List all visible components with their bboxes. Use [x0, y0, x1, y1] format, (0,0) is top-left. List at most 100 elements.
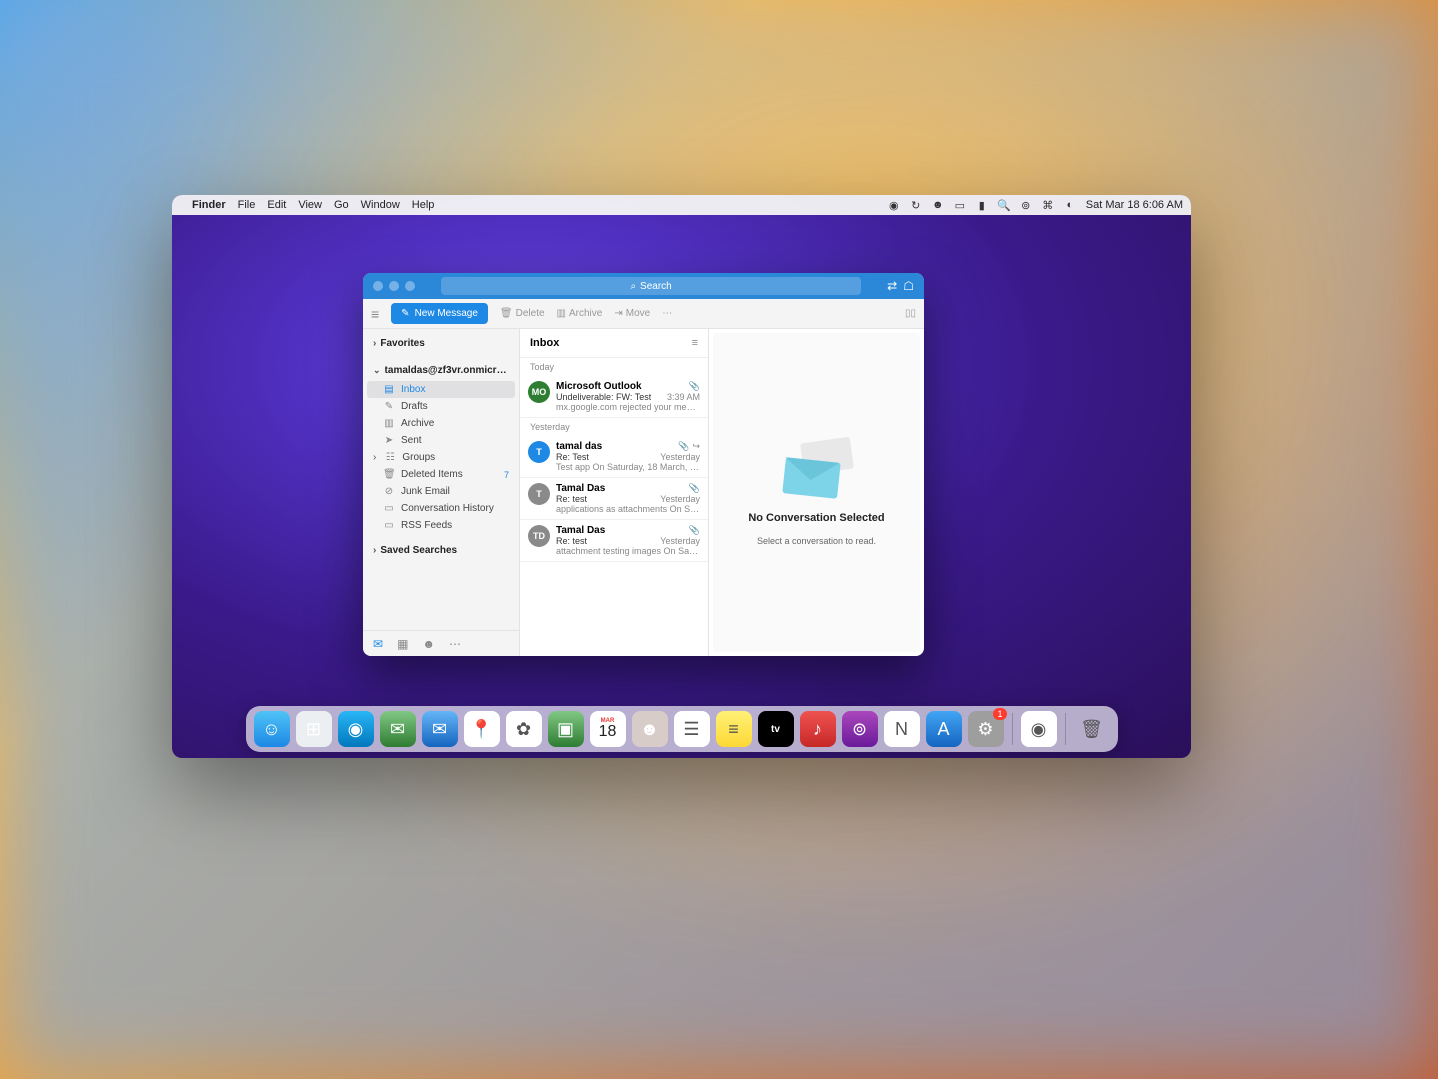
dock-photos[interactable]: ✿ [506, 711, 542, 747]
message-time: Yesterday [660, 494, 700, 504]
delete-button[interactable]: 🗑Delete [500, 308, 545, 319]
message-item[interactable]: TDTamal Das📎Re: testYesterdayattachment … [520, 520, 708, 562]
sidebar-folder-rss[interactable]: ▭ RSS Feeds [363, 517, 519, 534]
sidebar-folder-inbox[interactable]: ▤Inbox [367, 381, 515, 398]
message-subject: Undeliverable: FW: Test [556, 392, 651, 402]
minimize-button[interactable] [389, 281, 399, 291]
more-tab[interactable]: ⋯ [449, 637, 461, 651]
dock-messages[interactable]: ✉ [380, 711, 416, 747]
zoom-button[interactable] [405, 281, 415, 291]
saved-searches-section[interactable]: Saved Searches [363, 540, 519, 561]
recording-icon[interactable]: ◉ [888, 199, 900, 211]
menu-file[interactable]: File [238, 199, 256, 211]
more-button[interactable]: ⋯ [662, 308, 672, 319]
trash-icon: 🗑 [500, 308, 513, 319]
dock-reminders[interactable]: ☰ [674, 711, 710, 747]
sidebar-folder-junk[interactable]: ⊘Junk Email [363, 483, 519, 500]
close-button[interactable] [373, 281, 383, 291]
avatar: T [528, 483, 550, 505]
sidebar-folder-conv[interactable]: ▭Conversation History [363, 500, 519, 517]
dock-calendar[interactable]: MAR18 [590, 711, 626, 747]
archive-button[interactable]: ▥Archive [557, 308, 603, 319]
folder-label: Deleted Items [401, 469, 463, 480]
people-tab[interactable]: ☻ [422, 637, 435, 651]
siri-icon[interactable]: ◐ [1064, 199, 1076, 211]
dock-outlook[interactable]: ◉ [1021, 711, 1057, 747]
reading-pane-toggle[interactable]: ▯▯ [905, 308, 916, 319]
battery-icon[interactable]: ▮ [976, 199, 988, 211]
filter-icon[interactable]: ≡ [692, 337, 698, 349]
move-button[interactable]: ⇥Move [614, 308, 650, 319]
dock-contacts[interactable]: ☻ [632, 711, 668, 747]
menubar-datetime[interactable]: Sat Mar 18 6:06 AM [1086, 199, 1183, 211]
dock-facetime[interactable]: ▣ [548, 711, 584, 747]
folder-label: RSS Feeds [401, 520, 452, 531]
message-time: Yesterday [660, 536, 700, 546]
sidebar-footer: ✉ ▦ ☻ ⋯ [363, 630, 519, 656]
message-item[interactable]: MOMicrosoft Outlook📎Undeliverable: FW: T… [520, 376, 708, 418]
archive-icon: ▥ [557, 308, 566, 319]
message-item[interactable]: Ttamal das📎↪Re: TestYesterdayTest app On… [520, 436, 708, 478]
dock-launchpad[interactable]: ⊞ [296, 711, 332, 747]
message-subject: Re: test [556, 536, 587, 546]
avatar: TD [528, 525, 550, 547]
titlebar: ⌕ Search ⇄ ☖ [363, 273, 924, 299]
notifications-icon[interactable]: ☖ [903, 279, 914, 293]
forward-icon: ↪ [692, 441, 700, 452]
sidebar: Favorites tamaldas@zf3vr.onmicroso... ▤I… [363, 329, 520, 656]
sidebar-folder-trash[interactable]: 🗑Deleted Items7 [363, 466, 519, 483]
message-item[interactable]: TTamal Das📎Re: testYesterdayapplications… [520, 478, 708, 520]
mail-tab[interactable]: ✉ [373, 637, 383, 651]
dock-safari[interactable]: ◉ [338, 711, 374, 747]
message-time: 3:39 AM [667, 392, 700, 402]
message-time: Yesterday [660, 452, 700, 462]
dock-music[interactable]: ♪ [800, 711, 836, 747]
menu-window[interactable]: Window [361, 199, 400, 211]
menu-view[interactable]: View [298, 199, 322, 211]
menu-help[interactable]: Help [412, 199, 435, 211]
chevron-right-icon [373, 545, 376, 556]
dock-mail[interactable]: ✉ [422, 711, 458, 747]
sidebar-toggle[interactable]: ≡ [371, 306, 379, 322]
compose-icon: ✎ [401, 308, 409, 319]
dock-settings[interactable]: ⚙1 [968, 711, 1004, 747]
toolbar: ≡ ✎ New Message 🗑Delete ▥Archive ⇥Move ⋯… [363, 299, 924, 329]
new-message-button[interactable]: ✎ New Message [391, 303, 488, 324]
sidebar-folder-groups[interactable]: ☷Groups [363, 449, 519, 466]
account-section[interactable]: tamaldas@zf3vr.onmicroso... [363, 360, 519, 381]
wifi-icon[interactable]: ⊚ [1020, 199, 1032, 211]
sync-error-icon[interactable]: ⇄ [887, 279, 897, 293]
attachment-icon: 📎 [689, 381, 700, 392]
display-icon[interactable]: ▭ [954, 199, 966, 211]
folder-label: Sent [401, 435, 422, 446]
new-message-label: New Message [415, 308, 478, 319]
folder-count: 7 [504, 470, 509, 480]
menu-edit[interactable]: Edit [267, 199, 286, 211]
dock-separator [1065, 713, 1066, 745]
control-center-icon[interactable]: ⌘ [1042, 199, 1054, 211]
message-preview: mx.google.com rejected your messa... [556, 402, 700, 412]
dock-tv[interactable]: tv [758, 711, 794, 747]
sidebar-folder-drafts[interactable]: ✎Drafts [363, 398, 519, 415]
spotlight-icon[interactable]: 🔍 [998, 199, 1010, 211]
dock-finder[interactable]: ☺ [254, 711, 290, 747]
dock-news[interactable]: N [884, 711, 920, 747]
menubar-app[interactable]: Finder [192, 199, 226, 211]
sidebar-folder-sent[interactable]: ➤ Sent [363, 432, 519, 449]
avatar: MO [528, 381, 550, 403]
search-input[interactable]: ⌕ Search [441, 277, 861, 295]
dock-maps[interactable]: 📍 [464, 711, 500, 747]
calendar-tab[interactable]: ▦ [397, 637, 408, 651]
dock-notes[interactable]: ≡ [716, 711, 752, 747]
sidebar-folder-archive[interactable]: ▥Archive [363, 415, 519, 432]
favorites-section[interactable]: Favorites [363, 333, 519, 354]
dock-appstore[interactable]: A [926, 711, 962, 747]
sent-icon: ➤ [383, 435, 395, 446]
dock-trash[interactable]: 🗑 [1074, 711, 1110, 747]
user-icon[interactable]: ☻ [932, 199, 944, 211]
dock-podcasts[interactable]: ⊚ [842, 711, 878, 747]
menu-go[interactable]: Go [334, 199, 349, 211]
rss-icon: ▭ [383, 520, 395, 531]
reading-subtitle: Select a conversation to read. [757, 536, 876, 546]
timemachine-icon[interactable]: ↻ [910, 199, 922, 211]
